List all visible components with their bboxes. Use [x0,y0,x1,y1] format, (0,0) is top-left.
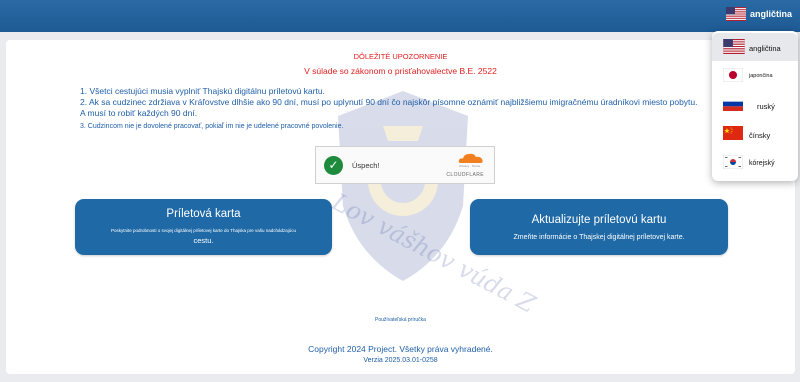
main-card: Lov vášhov vúda Z DÔLEŽITÉ UPOZORNENIE V… [6,40,795,374]
japan-flag-icon [723,68,743,82]
china-flag-icon [723,126,743,140]
language-dropdown-menu: angličtina japončina ruský čínsky kórejs… [712,31,798,181]
rules-list: 1. Všetci cestujúci musia vyplniť Thajsk… [80,86,698,132]
language-label-japanese: japončina [749,73,773,79]
us-flag-icon [725,7,746,21]
arrival-card-description: Poskytnite podrobnosti o svojej digitáln… [110,228,297,233]
korea-flag-icon [723,155,743,169]
russia-flag-icon [723,97,743,111]
arrival-card-title: Príletová karta [166,208,241,220]
language-option-chinese[interactable]: čínsky [712,120,798,148]
us-flag-icon [723,39,745,54]
version-text: Verzia 2025.03.01-0258 [363,357,438,364]
arrival-card-description-end: cestu. [193,236,214,245]
copyright-text: Copyright 2024 Project. Všetky práva vyh… [308,344,493,354]
rule-3: 3. Cudzincom nie je dovolené pracovať, p… [80,123,344,130]
update-card-title: Aktualizujte príletovú kartu [531,214,667,226]
notice-subtitle: V súlade so zákonom o prisťahovalectve B… [304,66,497,76]
rule-1: 1. Všetci cestujúci musia vyplniť Thajsk… [80,86,325,96]
arrival-card-button[interactable]: Príletová karta Poskytnite podrobnosti o… [75,199,332,255]
notice-title: DÔLEŽITÉ UPOZORNENIE [353,52,448,61]
captcha-legal-links[interactable]: Privacy · Terms [459,164,480,168]
language-label-english: angličtina [749,44,781,53]
update-card-description: Zmeňte informácie o Thajskej digitálnej … [513,234,685,241]
cloudflare-label: CLOUDFLARE [446,172,484,178]
language-option-japanese[interactable]: japončina [712,62,798,90]
rule-2: 2. Ak sa cudzinec zdržiava v Kráľovstve … [80,97,698,107]
language-option-russian[interactable]: ruský [712,91,798,119]
cloudflare-captcha-widget[interactable]: ✓ Úspech! Privacy · Terms CLOUDFLARE [315,146,495,184]
language-option-korean[interactable]: kórejský [712,149,798,177]
top-header-bar: angličtina [0,0,800,32]
rule-2-continued: A musí to robiť každých 90 dní. [80,108,198,118]
language-selector[interactable]: angličtina [725,7,792,21]
language-label-korean: kórejský [749,160,775,167]
language-label-chinese: čínsky [749,131,771,140]
cloudflare-cloud-icon [458,153,483,163]
success-check-icon: ✓ [324,156,343,175]
language-label-russian: ruský [757,102,775,111]
current-language-label: angličtina [749,9,792,19]
language-option-english[interactable]: angličtina [712,33,798,61]
user-guide-link[interactable]: Používateľská príručka [6,317,795,323]
update-arrival-card-button[interactable]: Aktualizujte príletovú kartu Zmeňte info… [470,199,728,255]
captcha-status: Úspech! [352,161,380,170]
